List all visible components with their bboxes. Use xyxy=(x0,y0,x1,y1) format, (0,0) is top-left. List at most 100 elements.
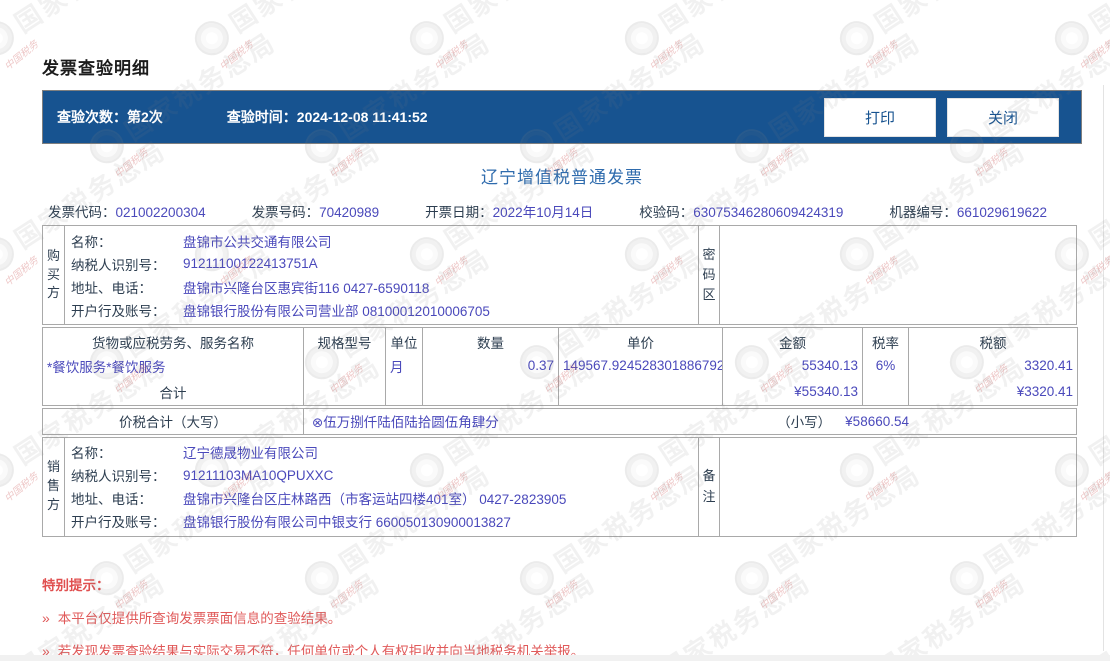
watermark-text: 国家税务总局 xyxy=(1084,566,1110,661)
invoice-meta: 发票代码：021002200304 发票号码：70420989 开票日期：202… xyxy=(42,201,1077,221)
buyer-name-row: 名称： 盘锦市公共交通有限公司 xyxy=(71,229,698,252)
invoice-code-label: 发票代码： xyxy=(48,205,116,220)
item-name: *餐饮服务*餐饮服务 xyxy=(42,352,304,379)
watermark-text: 国家税务总局 xyxy=(1082,0,1110,40)
col-qty-header: 数量 xyxy=(422,327,559,352)
invoice-number-value: 70420989 xyxy=(319,205,380,220)
seller-fields: 名称： 辽宁德晟物业有限公司 纳税人识别号： 91211103MA10QPUXXC … xyxy=(65,438,698,536)
item-row: *餐饮服务*餐饮服务 月 0.37 149567.924528301886792… xyxy=(42,352,1078,379)
buyer-name-value: 盘锦市公共交通有限公司 xyxy=(183,234,332,250)
main-content: 发票查验明细 查验次数： 第2次 查验时间： 2024-12-08 11:41:… xyxy=(42,0,1082,660)
invoice-number-label: 发票号码： xyxy=(251,205,320,220)
invoice-date-value: 2022年10月14日 xyxy=(492,205,594,220)
verification-toolbar: 查验次数： 第2次 查验时间： 2024-12-08 11:41:52 打印 关… xyxy=(42,90,1082,144)
page-right-border xyxy=(1103,85,1104,651)
total-amount: ¥55340.13 xyxy=(722,379,863,405)
grand-total-label: 价税合计（大写） xyxy=(43,408,304,434)
close-button[interactable]: 关闭 xyxy=(947,97,1059,137)
buyer-bank-label: 开户行及账号： xyxy=(71,303,166,319)
grand-total-values: ⊗伍万捌仟陆佰陆拾圆伍角肆分 （小写） ¥58660.54 xyxy=(304,409,1076,434)
amount-numeric-label: （小写） xyxy=(777,415,832,430)
buyer-section: 购买方 名称： 盘锦市公共交通有限公司 纳税人识别号： 91211100122413… xyxy=(42,225,1077,325)
watermark-stamp: 中国税务 xyxy=(2,39,41,73)
items-header-row: 货物或应税劳务、服务名称 规格型号 单位 数量 单价 金额 税率 税额 xyxy=(42,327,1078,352)
buyer-name-label: 名称： xyxy=(71,234,112,250)
meta-invoice-date: 开票日期：2022年10月14日 xyxy=(425,201,593,221)
item-tax: 3320.41 xyxy=(908,352,1078,379)
total-row: 合计 ¥55340.13 ¥3320.41 xyxy=(42,379,1078,405)
seller-address-value: 盘锦市兴隆台区庄林路西（市客运站四楼401室） 0427-2823905 xyxy=(183,492,567,507)
grand-total-row: 价税合计（大写） ⊗伍万捌仟陆佰陆拾圆伍角肆分 （小写） ¥58660.54 xyxy=(42,407,1077,435)
item-qty: 0.37 xyxy=(422,352,559,379)
notice-item-1: » 本平台仅提供所查询发票票面信息的查验结果。 xyxy=(42,607,1082,627)
total-tax: ¥3320.41 xyxy=(908,379,1078,405)
print-button[interactable]: 打印 xyxy=(824,97,936,137)
remark-label: 备注 xyxy=(698,437,720,536)
total-label: 合计 xyxy=(42,379,304,405)
seller-name-label: 名称： xyxy=(71,446,112,461)
buyer-address-label: 地址、电话： xyxy=(71,280,152,296)
meta-invoice-number: 发票号码：70420989 xyxy=(252,201,380,221)
invoice-code-value: 021002200304 xyxy=(115,205,206,220)
buyer-bank-value: 盘锦银行股份有限公司营业部 08100012010006705 xyxy=(183,303,490,319)
check-code-label: 校验码： xyxy=(639,205,694,220)
buyer-taxid-row: 纳税人识别号： 91211100122413751A xyxy=(71,252,698,275)
watermark-stamp: 中国税务 xyxy=(2,255,41,289)
col-taxrate-header: 税率 xyxy=(862,327,909,352)
special-notice: 特别提示： » 本平台仅提供所查询发票票面信息的查验结果。 » 若发现发票查验结… xyxy=(42,574,1082,660)
seller-taxid-value: 91211103MA10QPUXXC xyxy=(183,467,334,483)
meta-invoice-code: 发票代码：021002200304 xyxy=(48,201,206,221)
buyer-taxid-label: 纳税人识别号： xyxy=(71,257,166,273)
tax-emblem-icon xyxy=(0,230,21,278)
seller-side-label: 销售方 xyxy=(43,437,65,536)
meta-machine-number: 机器编号：661029619622 xyxy=(889,201,1047,221)
item-unit: 月 xyxy=(385,352,423,379)
col-price-header: 单价 xyxy=(558,327,723,352)
col-name-header: 货物或应税劳务、服务名称 xyxy=(42,327,304,352)
password-area xyxy=(720,226,1076,324)
toolbar-buttons: 打印 关闭 xyxy=(813,97,1059,137)
tax-emblem-icon xyxy=(0,14,21,62)
total-qty-empty xyxy=(422,379,559,405)
buyer-bank-row: 开户行及账号： 盘锦银行股份有限公司营业部 08100012010006705 xyxy=(71,298,698,321)
seller-name-row: 名称： 辽宁德晟物业有限公司 xyxy=(71,441,698,464)
bottom-scrollbar-track[interactable] xyxy=(0,655,1110,661)
total-spec-empty xyxy=(303,379,386,405)
items-table: 货物或应税劳务、服务名称 规格型号 单位 数量 单价 金额 税率 税额 *餐饮服… xyxy=(42,327,1078,406)
seller-section: 销售方 名称： 辽宁德晟物业有限公司 纳税人识别号： 91211103MA10QPU… xyxy=(42,436,1077,537)
seller-name-value: 辽宁德晟物业有限公司 xyxy=(183,446,318,461)
page-title: 发票查验明细 xyxy=(42,59,150,78)
item-taxrate: 6% xyxy=(862,352,909,379)
buyer-address-row: 地址、电话： 盘锦市兴隆台区惠宾街116 0427-6590118 xyxy=(71,275,698,298)
invoice-date-label: 开票日期： xyxy=(425,205,493,220)
item-amount: 55340.13 xyxy=(722,352,863,379)
password-area-label: 密码区 xyxy=(698,226,720,324)
check-count: 查验次数： 第2次 xyxy=(57,107,163,127)
col-amount-header: 金额 xyxy=(722,327,863,352)
seller-address-label: 地址、电话： xyxy=(71,492,152,507)
buyer-address-value: 盘锦市兴隆台区惠宾街116 0427-6590118 xyxy=(183,280,430,296)
tax-emblem-icon xyxy=(0,446,21,494)
col-unit-header: 单位 xyxy=(385,327,423,352)
buyer-fields: 名称： 盘锦市公共交通有限公司 纳税人识别号： 91211100122413751A… xyxy=(65,226,698,324)
total-rate-empty xyxy=(862,379,909,405)
check-time-label: 查验时间： xyxy=(226,109,297,125)
item-spec xyxy=(303,352,386,379)
watermark-stamp: 中国税务 xyxy=(2,471,41,505)
seller-bank-label: 开户行及账号： xyxy=(71,515,166,530)
seller-taxid-label: 纳税人识别号： xyxy=(71,469,166,484)
machine-number-label: 机器编号： xyxy=(889,205,957,220)
total-unit-empty xyxy=(385,379,423,405)
special-notice-title: 特别提示： xyxy=(42,577,110,593)
total-price-empty xyxy=(558,379,723,405)
meta-check-code: 校验码：63075346280609424319 xyxy=(639,201,843,221)
double-arrow-icon: » xyxy=(42,609,50,626)
col-spec-header: 规格型号 xyxy=(303,327,386,352)
machine-number-value: 661029619622 xyxy=(956,205,1047,220)
notice-item-1-text: 本平台仅提供所查询发票票面信息的查验结果。 xyxy=(57,610,342,626)
seller-address-row: 地址、电话： 盘锦市兴隆台区庄林路西（市客运站四楼401室） 0427-28239… xyxy=(71,487,698,510)
watermark-text: 国家税务总局 xyxy=(1084,350,1110,471)
seller-bank-row: 开户行及账号： 盘锦银行股份有限公司中银支行 660050130900013827 xyxy=(71,510,698,533)
invoice-title: 辽宁增值税普通发票 xyxy=(481,168,643,187)
buyer-side-label: 购买方 xyxy=(43,226,65,324)
